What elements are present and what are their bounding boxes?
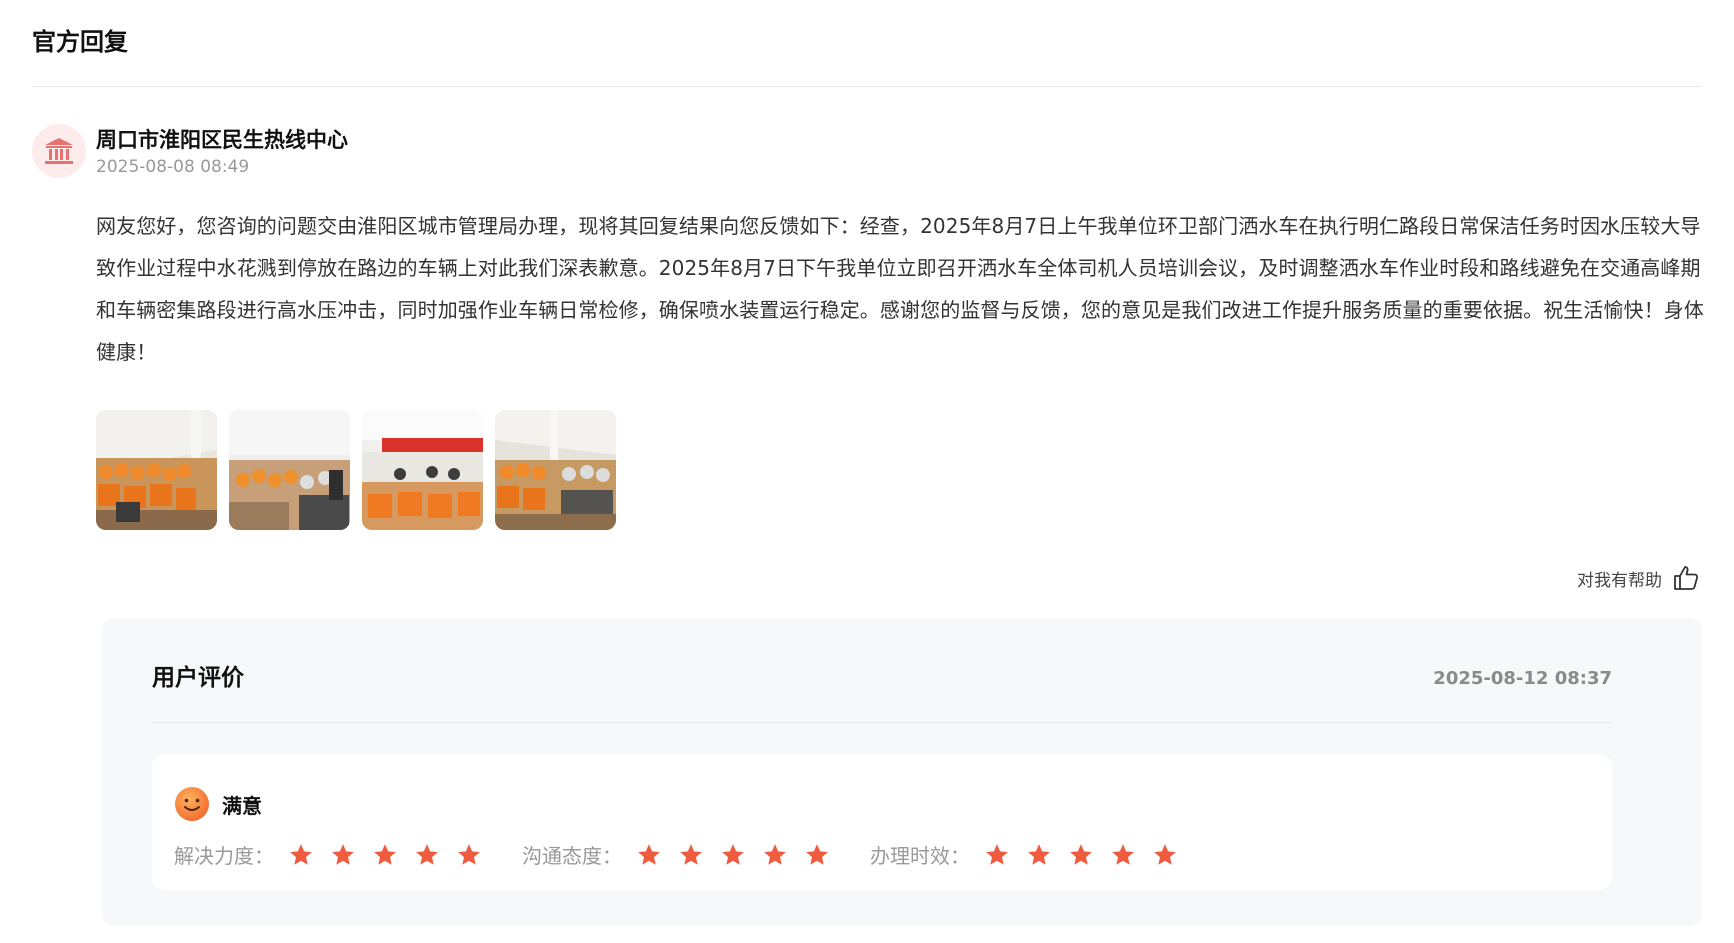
star-icon (764, 843, 786, 865)
star-icon (680, 843, 702, 865)
reply-photo-4[interactable] (495, 410, 616, 530)
thumbs-up-icon (1674, 566, 1699, 590)
star-icon (806, 843, 828, 865)
star-icon (638, 843, 660, 865)
government-building-icon (45, 138, 73, 164)
org-name: 周口市淮阳区民生热线中心 (96, 128, 348, 152)
user-review-panel: 用户评价 2025-08-12 08:37 满意 解决力度： 沟通态度： 办理时… (102, 618, 1702, 926)
review-timestamp: 2025-08-12 08:37 (1433, 668, 1612, 689)
reply-timestamp: 2025-08-08 08:49 (96, 157, 250, 177)
star-icon (986, 843, 1008, 865)
rating-timeliness: 办理时效： (870, 840, 1178, 869)
review-card: 满意 解决力度： 沟通态度： 办理时效： (152, 754, 1612, 890)
rating-resolution: 解决力度： (174, 840, 482, 869)
review-divider (152, 722, 1612, 723)
title-divider (32, 86, 1702, 87)
photo-strip (96, 410, 616, 530)
review-title: 用户评价 (152, 665, 244, 691)
org-avatar (32, 124, 86, 178)
star-rating (288, 842, 482, 868)
rating-label: 沟通态度： (522, 844, 622, 868)
helpful-label: 对我有帮助 (1577, 570, 1662, 591)
reply-photo-1[interactable] (96, 410, 217, 530)
star-icon (458, 843, 480, 865)
star-icon (1028, 843, 1050, 865)
reply-body: 网友您好，您咨询的问题交由淮阳区城市管理局办理，现将其回复结果向您反馈如下：经查… (96, 214, 1704, 364)
rating-attitude: 沟通态度： (522, 840, 830, 869)
star-icon (416, 843, 438, 865)
star-icon (1154, 843, 1176, 865)
star-rating (636, 842, 830, 868)
star-icon (1112, 843, 1134, 865)
rating-label: 办理时效： (870, 844, 970, 868)
section-title: 官方回复 (32, 28, 128, 56)
satisfaction-row: 满意 (174, 786, 262, 822)
reply-photo-3[interactable] (362, 410, 483, 530)
star-icon (1070, 843, 1092, 865)
smiley-face-icon (175, 787, 209, 821)
reply-photo-2[interactable] (229, 410, 350, 530)
star-icon (332, 843, 354, 865)
star-icon (290, 843, 312, 865)
star-icon (722, 843, 744, 865)
satisfaction-label: 满意 (222, 793, 262, 818)
star-icon (374, 843, 396, 865)
rating-label: 解决力度： (174, 844, 274, 868)
ratings-row: 解决力度： 沟通态度： 办理时效： (174, 840, 1218, 869)
star-rating (984, 842, 1178, 868)
helpful-button[interactable]: 对我有帮助 (1577, 564, 1700, 592)
